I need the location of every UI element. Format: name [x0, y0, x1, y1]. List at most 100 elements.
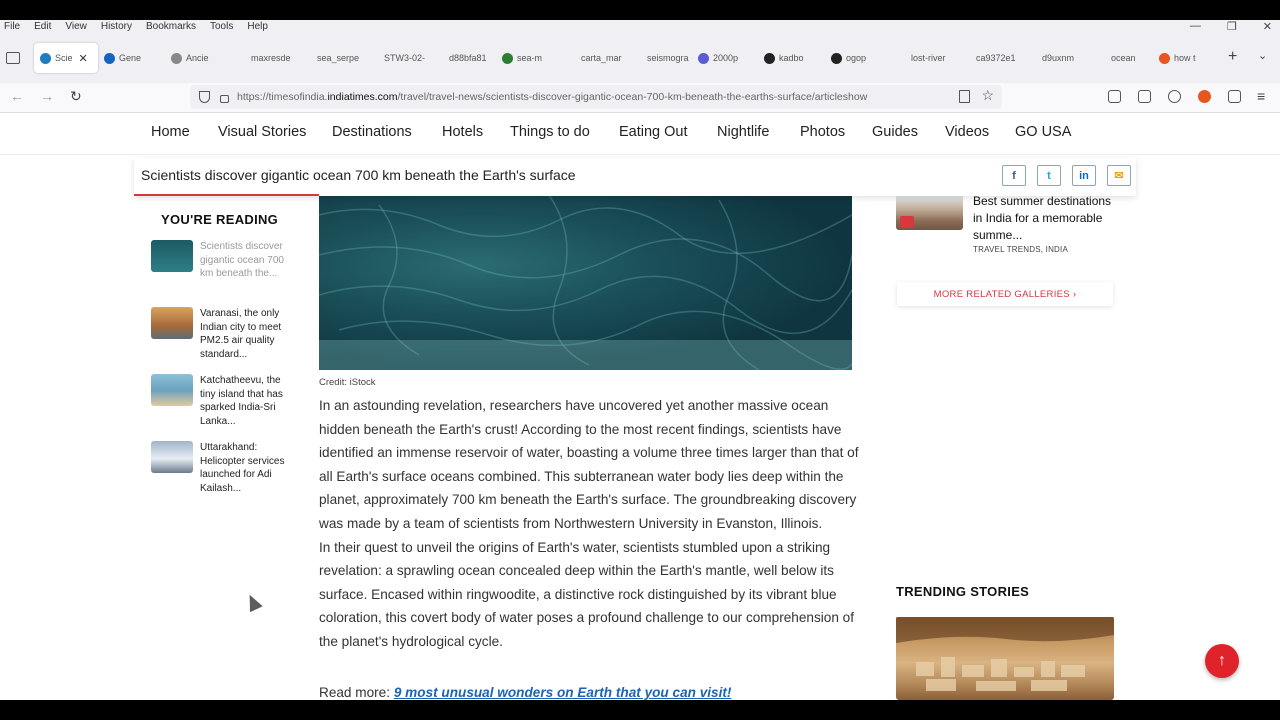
reader-view-icon[interactable] — [959, 90, 970, 103]
nav-eating-out[interactable]: Eating Out — [619, 124, 688, 140]
youre-reading-item[interactable]: Katchatheevu, the tiny island that has s… — [151, 374, 296, 428]
new-tab-icon[interactable]: + — [1228, 48, 1237, 66]
mouse-cursor-icon — [243, 591, 263, 613]
more-related-galleries-button[interactable]: MORE RELATED GALLERIES › — [897, 282, 1113, 306]
youre-reading-item[interactable]: Varanasi, the only Indian city to meet P… — [151, 307, 296, 361]
tab-favicon-icon — [369, 52, 380, 64]
trending-stories-heading: TRENDING STORIES — [896, 584, 1030, 599]
lock-icon[interactable] — [220, 94, 229, 103]
restore-icon[interactable]: ❐ — [1227, 20, 1237, 33]
browser-tab[interactable]: carta_mar — [566, 43, 628, 73]
sidebar-icon[interactable] — [1138, 90, 1151, 103]
browser-tab[interactable]: STW3-02- — [369, 43, 431, 73]
scroll-to-top-button[interactable]: ↑ — [1205, 644, 1239, 678]
url-text[interactable]: https://timesofindia.indiatimes.com/trav… — [237, 91, 937, 103]
menu-item-edit[interactable]: Edit — [34, 21, 51, 32]
menu-item-view[interactable]: View — [65, 21, 87, 32]
close-tab-icon[interactable]: ✕ — [79, 52, 88, 65]
browser-tab[interactable]: ogop — [831, 43, 893, 73]
tab-favicon-icon — [40, 52, 51, 64]
youre-reading-item[interactable]: Uttarakhand: Helicopter services launche… — [151, 441, 296, 495]
related-gallery-meta: TRAVEL TRENDS, INDIA — [973, 245, 1068, 254]
tab-favicon-icon — [831, 52, 842, 64]
tab-label: sea-m — [517, 53, 543, 63]
tab-favicon-icon — [764, 52, 775, 64]
tab-favicon-icon — [698, 52, 709, 64]
youre-reading-title: Scientists discover gigantic ocean 700 k… — [200, 241, 284, 279]
menu-item-history[interactable]: History — [101, 21, 132, 32]
tab-strip: + ⌄ Scie ✕ Gene Ancie maxresde sea_serpe STW3-… — [0, 33, 1280, 83]
browser-tab[interactable]: ocean — [1096, 43, 1158, 73]
sticky-headline: Scientists discover gigantic ocean 700 k… — [141, 167, 576, 183]
nav-visual-stories[interactable]: Visual Stories — [218, 124, 306, 140]
nav-home[interactable]: Home — [151, 124, 190, 140]
cliff-dwelling-illustration — [896, 617, 1114, 691]
nav-photos[interactable]: Photos — [800, 124, 845, 140]
arrow-up-icon: ↑ — [1218, 652, 1226, 669]
browser-tab[interactable]: seismogra — [632, 43, 694, 73]
youre-reading-item[interactable]: Scientists discover gigantic ocean 700 k… — [151, 240, 296, 281]
tab-favicon-icon — [1027, 52, 1038, 64]
nav-things-to-do[interactable]: Things to do — [510, 124, 590, 140]
youre-reading-title: Katchatheevu, the tiny island that has s… — [200, 375, 283, 427]
nav-guides[interactable]: Guides — [872, 124, 918, 140]
browser-tab[interactable]: Scie ✕ — [34, 43, 98, 73]
menu-item-file[interactable]: File — [4, 21, 20, 32]
browser-tab[interactable]: maxresde — [236, 43, 298, 73]
browser-tab[interactable]: kadbo — [764, 43, 826, 73]
youre-reading-thumbnail — [151, 374, 193, 406]
tab-label: seismogra — [647, 53, 689, 63]
tab-overview-icon[interactable] — [6, 52, 20, 64]
nav-videos[interactable]: Videos — [945, 124, 989, 140]
forward-icon[interactable]: → — [40, 88, 54, 104]
extensions-icon[interactable] — [1228, 90, 1241, 103]
back-icon[interactable]: ← — [10, 88, 24, 104]
browser-tab[interactable]: Gene — [104, 43, 166, 73]
reload-icon[interactable]: ↻ — [70, 88, 82, 105]
browser-tab[interactable]: d88bfa81 — [434, 43, 496, 73]
browser-tab[interactable]: 2000p — [698, 43, 760, 73]
account-icon[interactable] — [1168, 90, 1181, 103]
close-window-icon[interactable]: ✕ — [1263, 20, 1272, 33]
menu-item-bookmarks[interactable]: Bookmarks — [146, 21, 196, 32]
browser-tab[interactable]: sea-m — [502, 43, 564, 73]
nav-go-usa[interactable]: GO USA — [1015, 124, 1071, 140]
youre-reading-title: Uttarakhand: Helicopter services launche… — [200, 442, 285, 494]
youre-reading-heading: YOU'RE READING — [161, 212, 279, 227]
navigation-bar: ← → ↻ https://timesofindia.indiatimes.co… — [0, 83, 1280, 113]
trending-story-image[interactable] — [896, 617, 1114, 700]
tab-favicon-icon — [1096, 52, 1107, 64]
pocket-icon[interactable] — [1108, 90, 1121, 103]
browser-tab[interactable]: sea_serpe — [302, 43, 364, 73]
browser-tab[interactable]: d9uxnm — [1027, 43, 1089, 73]
mail-icon[interactable]: ✉ — [1107, 165, 1131, 186]
duckduckgo-icon[interactable] — [1198, 90, 1211, 103]
sticky-headline-bar: Scientists discover gigantic ocean 700 k… — [134, 158, 1136, 196]
linkedin-icon[interactable]: in — [1072, 165, 1096, 186]
tab-favicon-icon — [104, 52, 115, 64]
tab-label: ogop — [846, 53, 867, 63]
nav-hotels[interactable]: Hotels — [442, 124, 483, 140]
menu-bar: File Edit View History Bookmarks Tools Help — [0, 20, 1280, 33]
twitter-icon[interactable]: t — [1037, 165, 1061, 186]
read-more-link[interactable]: 9 most unusual wonders on Earth that you… — [394, 685, 732, 700]
browser-tab[interactable]: how t — [1159, 43, 1221, 73]
facebook-icon[interactable]: f — [1002, 165, 1026, 186]
tab-list-icon[interactable]: ⌄ — [1258, 49, 1267, 62]
tab-favicon-icon — [896, 52, 907, 64]
app-menu-icon[interactable]: ≡ — [1257, 88, 1265, 104]
browser-tab[interactable]: lost-river — [896, 43, 958, 73]
browser-tab[interactable]: Ancie — [171, 43, 233, 73]
hero-image — [319, 195, 852, 370]
tab-favicon-icon — [171, 52, 182, 64]
minimize-icon[interactable]: — — [1190, 20, 1201, 33]
related-gallery-title[interactable]: Best summer destinations in India for a … — [973, 193, 1123, 244]
menu-item-tools[interactable]: Tools — [210, 21, 233, 32]
menu-item-help[interactable]: Help — [247, 21, 268, 32]
nav-destinations[interactable]: Destinations — [332, 124, 412, 140]
url-bar[interactable]: https://timesofindia.indiatimes.com/trav… — [190, 85, 1002, 109]
bookmark-star-icon[interactable]: ☆ — [981, 87, 994, 104]
tracking-shield-icon[interactable] — [199, 91, 210, 103]
browser-tab[interactable]: ca9372e1 — [961, 43, 1023, 73]
nav-nightlife[interactable]: Nightlife — [717, 124, 769, 140]
